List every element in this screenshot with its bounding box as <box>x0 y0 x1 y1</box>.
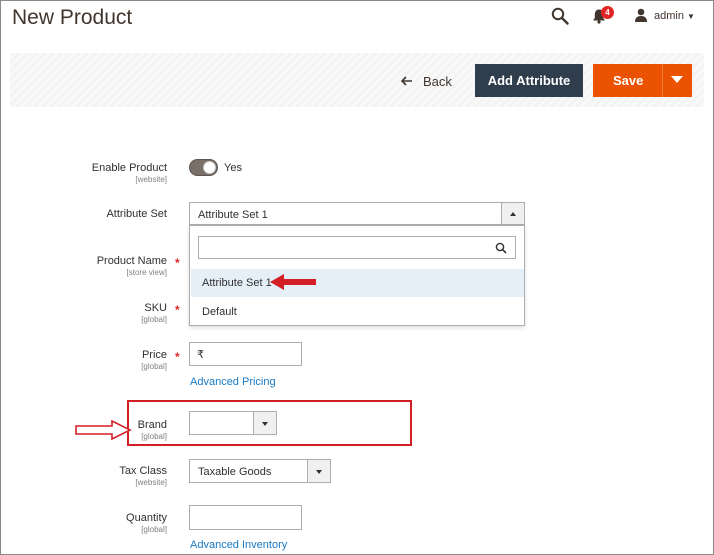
product-name-label: Product Name [store view] <box>96 255 167 277</box>
price-input[interactable]: ₹ <box>189 342 302 366</box>
annotation-hollow-arrow-icon <box>75 420 132 440</box>
scope-label: [website] <box>135 175 167 184</box>
select-toggle[interactable] <box>501 203 524 224</box>
attribute-set-dropdown: Attribute Set 1 Default <box>189 225 525 326</box>
scope-label: [global] <box>141 525 167 534</box>
dropdown-option-default[interactable]: Default <box>191 298 524 326</box>
required-marker: * <box>175 303 180 317</box>
enable-product-toggle[interactable] <box>189 159 218 176</box>
toggle-knob <box>203 161 216 174</box>
select-toggle[interactable] <box>307 460 330 482</box>
page-title: New Product <box>12 6 133 29</box>
attribute-set-select[interactable]: Attribute Set 1 <box>189 202 525 225</box>
back-button[interactable]: Back <box>401 72 452 90</box>
save-button[interactable]: Save <box>593 64 692 97</box>
advanced-pricing-link[interactable]: Advanced Pricing <box>190 376 276 388</box>
required-marker: * <box>175 350 180 364</box>
quantity-input[interactable] <box>189 505 302 530</box>
attribute-set-value: Attribute Set 1 <box>198 209 268 221</box>
chevron-down-icon[interactable]: ▼ <box>687 12 695 21</box>
sku-label: SKU [global] <box>141 302 167 324</box>
user-menu[interactable]: admin <box>654 10 684 22</box>
back-arrow-icon <box>401 76 412 86</box>
toggle-value: Yes <box>224 162 242 174</box>
annotation-highlight-box <box>127 400 412 446</box>
required-marker: * <box>175 256 180 270</box>
tax-class-value: Taxable Goods <box>198 466 272 478</box>
save-divider <box>662 64 663 97</box>
enable-product-label: Enable Product [website] <box>91 162 167 184</box>
dropdown-option-attribute-set-1[interactable]: Attribute Set 1 <box>191 269 524 297</box>
save-label: Save <box>613 73 644 88</box>
user-icon[interactable] <box>634 8 648 22</box>
back-label: Back <box>423 73 452 89</box>
tax-class-select[interactable]: Taxable Goods <box>189 459 331 483</box>
save-options-chevron-icon[interactable] <box>671 76 683 83</box>
price-label: Price [global] <box>141 349 167 371</box>
currency-symbol: ₹ <box>197 349 204 361</box>
attribute-set-search-input[interactable] <box>198 236 516 259</box>
advanced-inventory-link[interactable]: Advanced Inventory <box>190 539 287 551</box>
attribute-set-label: Attribute Set <box>106 208 167 220</box>
scope-label: [website] <box>135 478 167 487</box>
search-icon[interactable] <box>551 7 569 25</box>
scope-label: [global] <box>141 315 167 324</box>
tax-class-label: Tax Class [website] <box>119 465 167 487</box>
chevron-down-icon <box>316 470 322 474</box>
scope-label: [store view] <box>126 268 167 277</box>
add-attribute-button[interactable]: Add Attribute <box>475 64 583 97</box>
scope-label: [global] <box>141 362 167 371</box>
chevron-up-icon <box>510 212 516 216</box>
notification-badge: 4 <box>601 6 614 19</box>
quantity-label: Quantity [global] <box>126 512 167 534</box>
search-icon <box>495 242 507 254</box>
annotation-arrow-icon <box>270 274 316 290</box>
